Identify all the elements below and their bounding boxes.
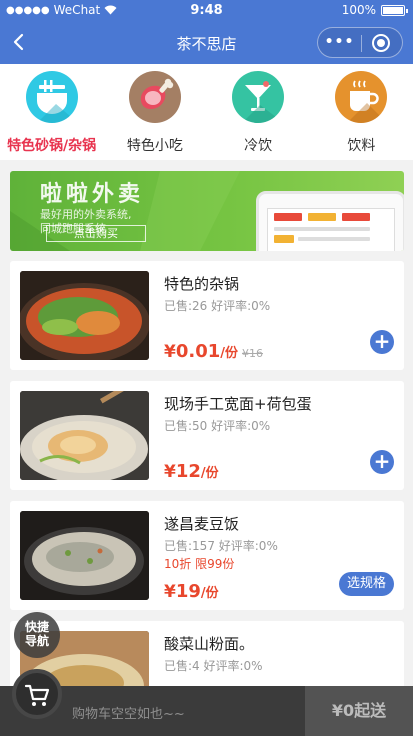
- price-unit: /份: [220, 346, 239, 361]
- product-price: ¥ 19 /份: [164, 581, 219, 602]
- battery-percent: 100%: [341, 3, 376, 17]
- product-image: [20, 271, 149, 360]
- product-price: ¥ 0.01 /份 ¥16: [164, 341, 263, 362]
- cocktail-icon: [232, 71, 285, 123]
- more-menu-button[interactable]: •••: [318, 34, 361, 50]
- product-name: 酸菜山粉面。: [164, 635, 255, 653]
- category-item-casserole[interactable]: 特色砂锅/杂锅: [0, 64, 103, 160]
- price-unit: /份: [200, 466, 219, 481]
- product-card[interactable]: 特色的杂锅 已售:26 好评率:0% ¥ 0.01 /份 ¥16 +: [10, 261, 404, 370]
- price-amount: 19: [175, 581, 201, 602]
- product-name: 特色的杂锅: [164, 275, 240, 293]
- category-label: 饮料: [347, 138, 376, 154]
- category-bar: 特色砂锅/杂锅 特色小吃 冷饮 饮料: [0, 64, 413, 160]
- phone-mockup-image: [256, 191, 404, 251]
- checkout-button[interactable]: ¥0起送: [305, 686, 413, 736]
- category-label: 特色小吃: [126, 138, 183, 154]
- banner-subtitle-1: 最好用的外卖系统,: [40, 208, 132, 221]
- price-currency: ¥: [164, 582, 176, 602]
- product-image: [20, 511, 149, 600]
- price-currency: ¥: [164, 342, 176, 362]
- quick-nav-label-1: 快捷: [24, 620, 49, 634]
- product-price: ¥ 12 /份: [164, 461, 219, 482]
- shopping-cart-icon: [24, 684, 50, 706]
- add-to-cart-button[interactable]: +: [370, 330, 394, 354]
- category-label: 特色砂锅/杂锅: [7, 138, 97, 154]
- mini-program-capsule: •••: [317, 27, 403, 58]
- noodle-bowl-icon: [25, 71, 78, 123]
- cart-bar: 购物车空空如也~~ ¥0起送: [0, 669, 413, 736]
- banner-title: 啦啦外卖: [40, 182, 145, 207]
- banner-buy-button[interactable]: 点击购买: [46, 225, 146, 242]
- cart-button[interactable]: [12, 669, 62, 719]
- ham-leg-icon: [128, 71, 181, 123]
- battery-icon: [381, 4, 408, 16]
- quick-nav-label-2: 导航: [24, 634, 49, 648]
- category-label: 冷饮: [244, 138, 273, 154]
- capsule-divider: [361, 35, 362, 52]
- product-card[interactable]: 现场手工宽面+荷包蛋 已售:50 好评率:0% ¥ 12 /份 +: [10, 381, 404, 490]
- status-bar: ●●●●● WeChat 9:48 100%: [0, 0, 413, 22]
- original-price: ¥16: [242, 347, 264, 360]
- product-stats: 已售:157 好评率:0%: [164, 539, 278, 553]
- quick-nav-button[interactable]: 快捷 导航: [14, 612, 60, 658]
- category-item-beverages[interactable]: 饮料: [310, 64, 413, 160]
- nav-bar: 茶不思店 •••: [0, 22, 413, 64]
- product-card[interactable]: 遂昌麦豆饭 已售:157 好评率:0% 10折 限99份 ¥ 19 /份 选规格: [10, 501, 404, 610]
- cart-empty-text: 购物车空空如也~~: [72, 707, 185, 722]
- select-spec-button[interactable]: 选规格: [339, 572, 394, 596]
- product-image: [20, 391, 149, 480]
- coffee-cup-icon: [335, 71, 388, 123]
- price-unit: /份: [200, 586, 219, 601]
- price-amount: 12: [175, 461, 201, 482]
- close-target-icon[interactable]: [372, 34, 390, 52]
- battery-status: 100%: [341, 3, 408, 17]
- discount-badge: 10折 限99份: [164, 557, 235, 571]
- promo-banner[interactable]: 啦啦外卖 最好用的外卖系统, 同城跑腿系统 点击购买: [10, 171, 404, 251]
- product-name: 现场手工宽面+荷包蛋: [164, 395, 312, 413]
- price-currency: ¥: [164, 462, 176, 482]
- product-stats: 已售:26 好评率:0%: [164, 299, 271, 313]
- add-to-cart-button[interactable]: +: [370, 450, 394, 474]
- product-stats: 已售:50 好评率:0%: [164, 419, 271, 433]
- category-item-cold-drinks[interactable]: 冷饮: [207, 64, 310, 160]
- product-stats: 已售:4 好评率:0%: [164, 659, 263, 673]
- price-amount: 0.01: [175, 341, 221, 362]
- product-name: 遂昌麦豆饭: [164, 515, 240, 533]
- category-item-snacks[interactable]: 特色小吃: [103, 64, 206, 160]
